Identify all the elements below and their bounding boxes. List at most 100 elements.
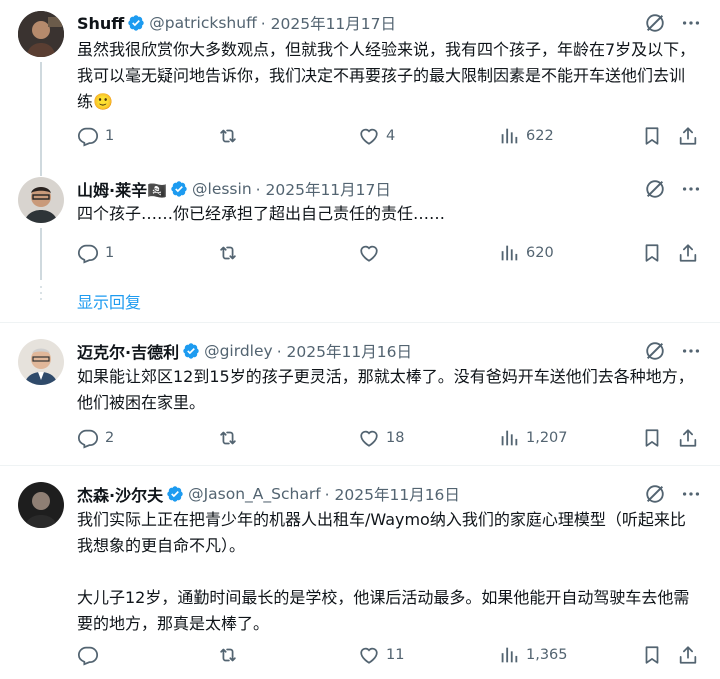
reply-icon [77,427,99,449]
like-count: 11 [386,647,405,663]
verified-badge-icon [127,14,145,32]
bookmark-button[interactable] [641,242,663,264]
views-button[interactable]: 622 [498,125,554,147]
more-icon[interactable] [680,340,702,362]
author-name[interactable]: 杰森·沙尔夫 [77,482,163,506]
views-button[interactable]: 1,365 [498,644,568,666]
author-handle[interactable]: @Jason_A_Scharf [188,485,321,503]
reply-count: 2 [105,430,115,446]
tweet-4[interactable]: 杰森·沙尔夫 @Jason_A_Scharf · 2025年11月16日 我们实… [0,466,720,679]
share-button[interactable] [677,427,699,449]
bookmark-button[interactable] [641,427,663,449]
like-button[interactable]: 11 [358,644,404,666]
grok-icon[interactable] [644,483,666,505]
retweet-button[interactable] [217,242,245,264]
show-replies-link[interactable]: 显示回复 [77,289,141,313]
tweet-2[interactable]: 山姆·莱辛🏴‍☠️ @lessin · 2025年11月17日 四个孩子……你已… [0,170,720,322]
views-icon [498,125,520,147]
tweet-menu [644,483,702,505]
heart-icon [358,427,380,449]
views-count: 1,365 [526,647,568,663]
retweet-button[interactable] [217,427,245,449]
bookmark-button[interactable] [641,125,663,147]
action-bar: 1 620 [77,242,702,266]
tweet-menu [644,12,702,34]
reply-button[interactable] [77,644,105,666]
more-icon[interactable] [680,12,702,34]
share-icon [677,242,699,264]
action-bar: 11 1,365 [77,644,702,668]
tweet-date[interactable]: · 2025年11月17日 [261,12,396,34]
retweet-icon [217,125,239,147]
avatar[interactable] [18,482,64,528]
tweet-text: 四个孩子……你已经承担了超出自己责任的责任…… [77,204,446,223]
grok-icon[interactable] [644,12,666,34]
tweet-header: 杰森·沙尔夫 @Jason_A_Scharf · 2025年11月16日 [77,481,630,507]
author-handle[interactable]: @girdley [204,342,273,360]
heart-icon [358,125,380,147]
tweet-date[interactable]: · 2025年11月17日 [256,178,391,200]
like-button[interactable]: 4 [358,125,395,147]
like-button[interactable] [358,242,386,264]
grok-icon[interactable] [644,340,666,362]
author-name[interactable]: Shuff [77,14,124,33]
reply-button[interactable]: 2 [77,427,114,449]
bookmark-icon [641,644,663,666]
reply-count: 1 [105,128,115,144]
action-bar: 1 4 622 [77,125,702,149]
views-button[interactable]: 620 [498,242,554,264]
verified-badge-icon [166,485,184,503]
bookmark-icon [641,242,663,264]
tweet-menu [644,178,702,200]
reply-icon [77,242,99,264]
share-icon [677,125,699,147]
avatar[interactable] [18,11,64,57]
more-icon[interactable] [680,483,702,505]
grok-icon[interactable] [644,178,666,200]
share-button[interactable] [677,242,699,264]
avatar[interactable] [18,339,64,385]
bookmark-icon [641,427,663,449]
verified-badge-icon [170,180,188,198]
retweet-icon [217,242,239,264]
retweet-icon [217,644,239,666]
thread-line-top [40,170,42,176]
views-count: 622 [526,128,554,144]
views-count: 620 [526,245,554,261]
author-handle[interactable]: @lessin [192,180,252,198]
more-icon[interactable] [680,178,702,200]
views-icon [498,242,520,264]
tweet-date[interactable]: · 2025年11月16日 [277,340,412,362]
reply-button[interactable]: 1 [77,125,114,147]
author-name[interactable]: 迈克尔·吉德利 [77,339,179,363]
bookmark-button[interactable] [641,644,663,666]
thread-dots [40,286,42,304]
share-button[interactable] [677,644,699,666]
like-count: 18 [386,430,405,446]
views-icon [498,427,520,449]
heart-icon [358,242,380,264]
reply-icon [77,125,99,147]
tweet-date[interactable]: · 2025年11月16日 [325,483,460,505]
heart-icon [358,644,380,666]
verified-badge-icon [182,342,200,360]
like-button[interactable]: 18 [358,427,404,449]
tweet-menu [644,340,702,362]
share-icon [677,644,699,666]
tweet-header: 山姆·莱辛🏴‍☠️ @lessin · 2025年11月17日 [77,176,630,202]
tweet-text: 我们实际上正在把青少年的机器人出租车/Waymo纳入我们的家庭心理模型（听起来比… [77,510,690,633]
tweet-1[interactable]: Shuff @patrickshuff · 2025年11月17日 虽然我很欣赏… [0,0,720,170]
action-bar: 2 18 1,207 [77,427,702,451]
like-count: 4 [386,128,396,144]
retweet-button[interactable] [217,125,245,147]
avatar[interactable] [18,177,64,223]
tweet-text: 如果能让郊区12到15岁的孩子更灵活，那就太棒了。没有爸妈开车送他们去各种地方，… [77,367,694,412]
tweet-3[interactable]: 迈克尔·吉德利 @girdley · 2025年11月16日 如果能让郊区12到… [0,323,720,465]
views-button[interactable]: 1,207 [498,427,568,449]
retweet-button[interactable] [217,644,245,666]
tweet-header: 迈克尔·吉德利 @girdley · 2025年11月16日 [77,338,630,364]
author-name[interactable]: 山姆·莱辛🏴‍☠️ [77,177,167,201]
author-handle[interactable]: @patrickshuff [149,14,257,32]
share-button[interactable] [677,125,699,147]
reply-button[interactable]: 1 [77,242,114,264]
